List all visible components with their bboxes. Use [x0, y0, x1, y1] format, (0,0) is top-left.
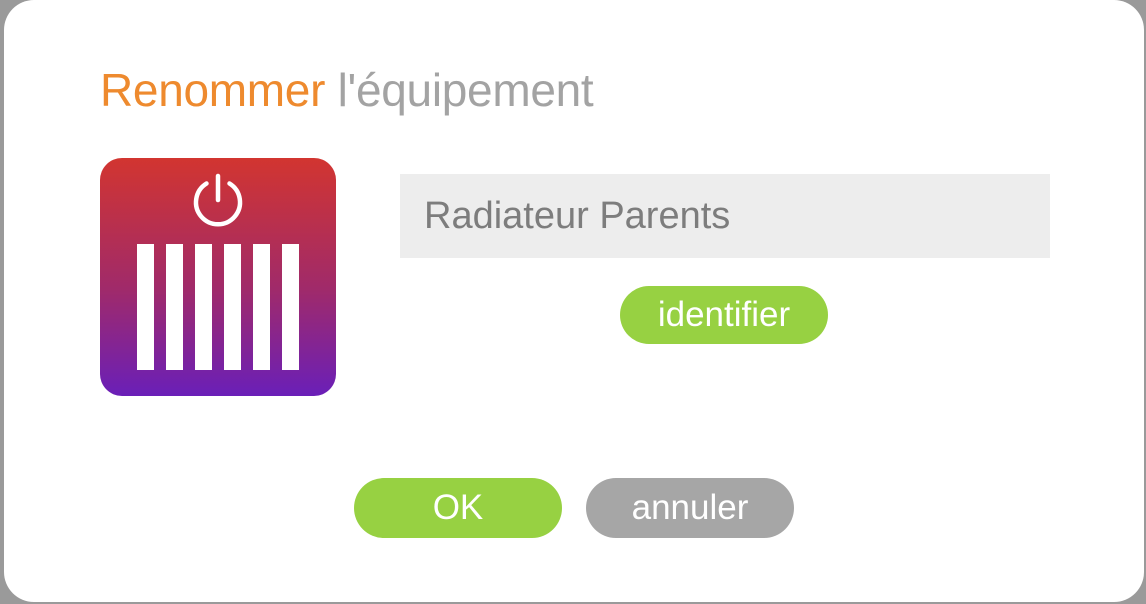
dialog-title-rest: l'équipement: [325, 64, 594, 116]
rename-device-dialog: Renommer l'équipement identifier OK annu…: [4, 0, 1144, 602]
identify-button[interactable]: identifier: [620, 286, 828, 344]
cancel-button[interactable]: annuler: [586, 478, 794, 538]
ok-button[interactable]: OK: [354, 478, 562, 538]
dialog-title: Renommer l'équipement: [100, 62, 594, 118]
dialog-title-accent: Renommer: [100, 64, 326, 116]
radiator-power-icon: [100, 158, 336, 396]
device-name-input[interactable]: [400, 174, 1050, 258]
